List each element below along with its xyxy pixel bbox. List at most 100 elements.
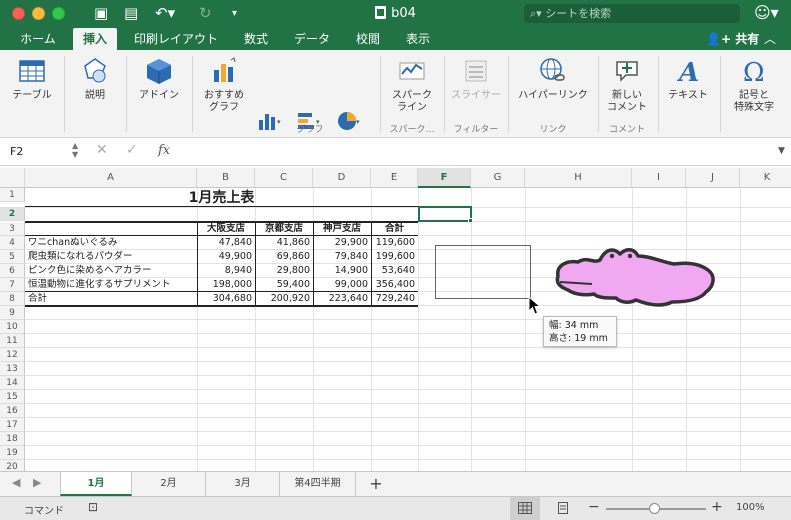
feedback-smiley-icon[interactable]: ☺▾ xyxy=(754,3,779,22)
table-cell[interactable]: 304,680 xyxy=(197,292,255,306)
table-cell[interactable]: 47,840 xyxy=(197,236,255,250)
macro-record-icon[interactable]: ⊡ xyxy=(88,500,98,514)
sheet-title[interactable]: 1月売上表 xyxy=(25,189,418,207)
table-row-label[interactable]: 爬虫類になれるパウダー xyxy=(28,250,196,264)
row-header-8[interactable]: 8 xyxy=(0,292,25,306)
table-cell[interactable]: 356,400 xyxy=(371,278,418,292)
fill-handle[interactable] xyxy=(468,218,473,223)
table-cell[interactable]: 29,800 xyxy=(255,264,313,278)
row-header-15[interactable]: 15 xyxy=(0,390,25,404)
row-header-3[interactable]: 3 xyxy=(0,222,25,236)
row-header-14[interactable]: 14 xyxy=(0,376,25,390)
name-box-stepper-icon[interactable]: ▲ ▼ xyxy=(72,141,78,159)
row-header-16[interactable]: 16 xyxy=(0,404,25,418)
tab-page-layout[interactable]: 印刷レイアウト xyxy=(126,28,226,50)
tab-home[interactable]: ホーム xyxy=(12,28,64,50)
column-header-a[interactable]: A xyxy=(25,168,197,188)
next-sheet-icon[interactable]: ▶ xyxy=(33,476,41,489)
redo-icon[interactable]: ↻ xyxy=(199,4,212,22)
table-cell[interactable]: 59,400 xyxy=(255,278,313,292)
row-header-11[interactable]: 11 xyxy=(0,334,25,348)
header-kyoto[interactable]: 京都支店 xyxy=(255,222,313,236)
column-header-d[interactable]: D xyxy=(313,168,371,188)
zoom-window-button[interactable] xyxy=(52,7,65,20)
collapse-ribbon-icon[interactable]: ︿ xyxy=(764,28,776,50)
sheet-tab-jan[interactable]: 1月 xyxy=(60,472,132,496)
insert-table-button[interactable]: テーブル xyxy=(8,56,56,102)
row-header-10[interactable]: 10 xyxy=(0,320,25,334)
enter-icon[interactable]: ✓ xyxy=(126,142,138,158)
worksheet-grid[interactable]: A B C D E F G H I J K 1 2 3 4 5 6 7 8 9 … xyxy=(0,168,791,471)
row-header-9[interactable]: 9 xyxy=(0,306,25,320)
sparkline-button[interactable]: スパーク ライン xyxy=(386,56,438,114)
table-cell[interactable]: 729,240 xyxy=(371,292,418,306)
share-button[interactable]: 👤+ 共有 xyxy=(706,28,759,50)
symbol-button[interactable]: Ω 記号と 特殊文字 xyxy=(724,56,784,114)
selected-cell[interactable] xyxy=(418,206,472,222)
column-header-f[interactable]: F xyxy=(418,168,471,188)
column-header-e[interactable]: E xyxy=(371,168,418,188)
row-header-13[interactable]: 13 xyxy=(0,362,25,376)
formula-input[interactable] xyxy=(186,142,771,162)
expand-formula-bar-icon[interactable]: ▼ xyxy=(778,146,785,156)
table-cell[interactable]: 199,600 xyxy=(371,250,418,264)
recommended-charts-button[interactable]: おすすめ グラフ xyxy=(198,56,250,114)
prev-sheet-icon[interactable]: ◀ xyxy=(12,476,20,489)
row-header-1[interactable]: 1 xyxy=(0,188,25,202)
hyperlink-button[interactable]: ハイパーリンク xyxy=(514,56,592,102)
table-cell[interactable]: 14,900 xyxy=(313,264,371,278)
table-cell[interactable]: 99,000 xyxy=(313,278,371,292)
sheet-tab-feb[interactable]: 2月 xyxy=(132,472,206,496)
header-kobe[interactable]: 神戸支店 xyxy=(313,222,371,236)
row-header-17[interactable]: 17 xyxy=(0,418,25,432)
tab-insert[interactable]: 挿入 xyxy=(73,28,117,50)
tab-review[interactable]: 校閲 xyxy=(346,28,390,50)
row-header-19[interactable]: 19 xyxy=(0,446,25,460)
minimize-window-button[interactable] xyxy=(32,7,45,20)
row-header-7[interactable]: 7 xyxy=(0,278,25,292)
table-cell[interactable]: 29,900 xyxy=(313,236,371,250)
header-total[interactable]: 合計 xyxy=(371,222,418,236)
save-icon[interactable]: ▤ xyxy=(124,4,138,22)
table-row-label[interactable]: 恒温動物に進化するサプリメント xyxy=(28,278,196,292)
add-sheet-button[interactable]: + xyxy=(356,472,396,496)
illustrations-button[interactable]: 説明 xyxy=(72,56,118,102)
new-comment-button[interactable]: 新しい コメント xyxy=(602,56,652,114)
crocodile-drawing[interactable] xyxy=(550,242,720,314)
table-cell[interactable]: 198,000 xyxy=(197,278,255,292)
table-cell[interactable]: 200,920 xyxy=(255,292,313,306)
text-button[interactable]: A テキスト xyxy=(662,56,714,102)
sheet-search-input[interactable]: ⌕▾ シートを検索 xyxy=(524,4,740,23)
zoom-out-button[interactable]: − xyxy=(588,499,600,515)
page-layout-view-button[interactable] xyxy=(550,497,576,520)
row-header-2[interactable]: 2 xyxy=(0,207,25,221)
table-cell[interactable]: 79,840 xyxy=(313,250,371,264)
column-header-k[interactable]: K xyxy=(740,168,791,188)
tab-view[interactable]: 表示 xyxy=(398,28,438,50)
close-window-button[interactable] xyxy=(12,7,25,20)
row-header-6[interactable]: 6 xyxy=(0,264,25,278)
insert-function-button[interactable]: fx xyxy=(158,143,170,158)
normal-view-button[interactable] xyxy=(510,497,540,520)
tab-data[interactable]: データ xyxy=(286,28,338,50)
row-header-18[interactable]: 18 xyxy=(0,432,25,446)
customize-toolbar-icon[interactable]: ▾ xyxy=(232,8,237,19)
addins-button[interactable]: アドイン xyxy=(134,56,184,102)
tab-formulas[interactable]: 数式 xyxy=(234,28,278,50)
zoom-level[interactable]: 100% xyxy=(736,502,765,513)
sidebar-toggle-icon[interactable]: ▣ xyxy=(94,4,108,22)
column-header-i[interactable]: I xyxy=(632,168,686,188)
sheet-tab-mar[interactable]: 3月 xyxy=(206,472,280,496)
header-osaka[interactable]: 大阪支店 xyxy=(197,222,255,236)
table-row-label[interactable]: ワニchanぬいぐるみ xyxy=(28,236,196,250)
row-header-4[interactable]: 4 xyxy=(0,236,25,250)
row-header-20[interactable]: 20 xyxy=(0,460,25,471)
column-header-h[interactable]: H xyxy=(525,168,632,188)
table-cell[interactable]: 49,900 xyxy=(197,250,255,264)
row-header-12[interactable]: 12 xyxy=(0,348,25,362)
cancel-icon[interactable]: ✕ xyxy=(96,142,108,158)
drawing-rectangle-shape[interactable] xyxy=(435,245,531,299)
select-all-corner[interactable] xyxy=(0,168,25,188)
table-cell[interactable]: 53,640 xyxy=(371,264,418,278)
column-header-g[interactable]: G xyxy=(471,168,525,188)
